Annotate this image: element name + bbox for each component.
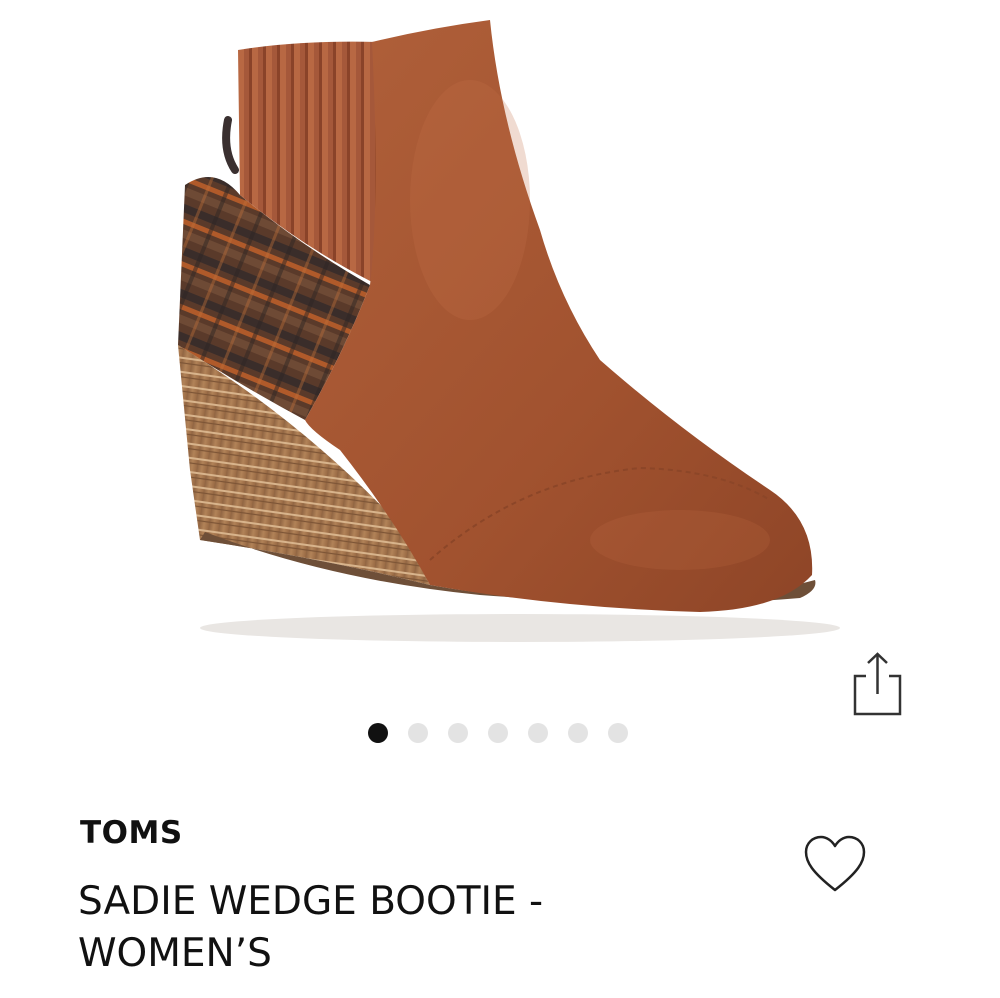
carousel-dot-3[interactable] — [448, 723, 468, 743]
share-button[interactable] — [848, 650, 908, 720]
carousel-dot-7[interactable] — [608, 723, 628, 743]
carousel-dot-1[interactable] — [368, 723, 388, 743]
carousel-dot-2[interactable] — [408, 723, 428, 743]
carousel-dot-4[interactable] — [488, 723, 508, 743]
image-carousel-dots — [368, 722, 628, 744]
product-image[interactable] — [0, 0, 1000, 700]
product-page: TOMS SADIE WEDGE BOOTIE - WOMEN’S — [0, 0, 1000, 998]
share-icon — [853, 652, 902, 716]
product-title: SADIE WEDGE BOOTIE - WOMEN’S — [78, 879, 544, 976]
heart-outline-icon — [804, 835, 866, 892]
bootie-illustration — [178, 20, 840, 642]
carousel-dot-6[interactable] — [568, 723, 588, 743]
favorite-button[interactable] — [800, 832, 870, 898]
carousel-dot-5[interactable] — [528, 723, 548, 743]
brand-name[interactable]: TOMS — [80, 815, 183, 851]
